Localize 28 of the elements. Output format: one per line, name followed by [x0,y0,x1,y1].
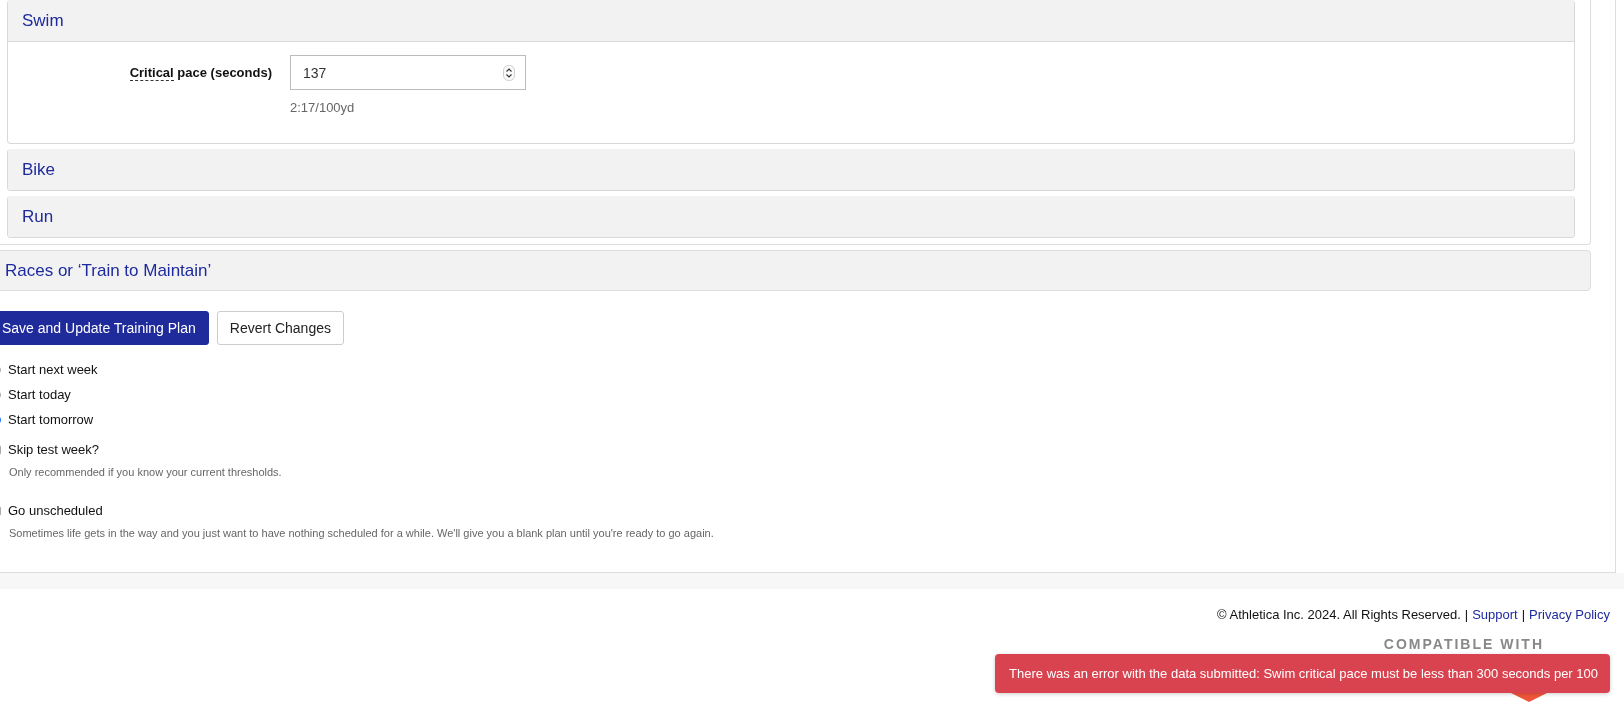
footer-link[interactable]: Privacy Policy [1529,607,1610,622]
compatible-text: COMPATIBLE WITH [1383,636,1544,652]
panel-header[interactable]: Run [8,196,1574,237]
panel-header[interactable]: Swim [8,0,1574,42]
races-panel-header[interactable]: Races or ‘Train to Maintain’ [0,250,1591,291]
radio-label: Start next week [7,362,98,377]
option-description: Sometimes life gets in the way and you just want to have nothing scheduled for a while. We'll give you a blank plan until you're ready to go again. [8,527,715,539]
spinner-icon[interactable] [503,64,515,81]
panel-title: Bike [22,159,56,180]
save-button[interactable]: Save and Update Training Plan [0,311,209,345]
panel-title: Run [22,206,54,227]
pace-hint: 2:17/100yd [290,100,356,115]
revert-button[interactable]: Revert Changes [216,311,344,345]
checkbox-label: Go unscheduled [7,503,103,518]
footer-link[interactable]: Support [1472,607,1518,622]
radio-label: Start tomorrow [7,412,94,427]
option-description: Only recommended if you know your current thresholds. [8,466,283,478]
footer-separator: | [1464,607,1469,622]
radio-label: Start today [7,387,71,402]
panel-title: Swim [22,10,64,31]
panel-title: Races or ‘Train to Maintain’ [5,260,212,281]
number-input[interactable]: 137 [290,55,526,90]
copyright-text: © Athletica Inc. 2024. All Rights Reserved. [1217,607,1461,622]
error-toast: There was an error with the data submitted: Swim critical pace must be less than 300 seconds per 100 [995,654,1610,693]
checkbox-label: Skip test week? [7,442,100,457]
panel-header[interactable]: Bike [8,149,1574,190]
field-label: Critical pace (seconds) [129,65,272,80]
footer-separator: | [1521,607,1526,622]
